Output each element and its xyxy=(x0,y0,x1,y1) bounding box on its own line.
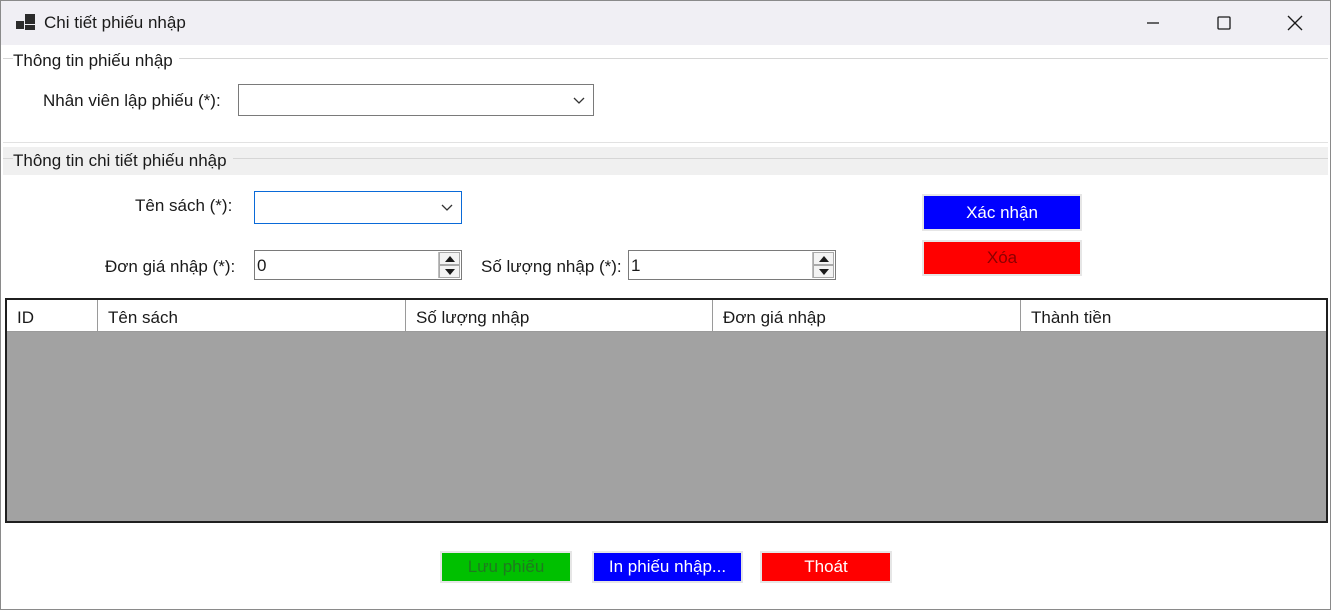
window-title: Chi tiết phiếu nhập xyxy=(44,13,186,32)
quantity-numeric-input[interactable]: 1 xyxy=(628,250,836,280)
chevron-down-icon xyxy=(441,204,453,211)
form-window: Chi tiết phiếu nhập Thông tin phiếu nhập… xyxy=(0,0,1331,610)
title-bar[interactable]: Chi tiết phiếu nhập xyxy=(1,1,1330,45)
employee-combobox[interactable] xyxy=(238,84,594,116)
arrow-up-icon xyxy=(444,255,455,262)
quantity-spinner xyxy=(812,252,834,278)
confirm-button[interactable]: Xác nhận xyxy=(922,194,1082,231)
column-header-label: ID xyxy=(17,308,34,327)
price-label: Đơn giá nhập (*): xyxy=(105,257,236,276)
save-receipt-button[interactable]: Lưu phiếu xyxy=(440,551,572,583)
print-receipt-label: In phiếu nhập... xyxy=(608,557,727,576)
confirm-button-label: Xác nhận xyxy=(966,202,1038,222)
price-spinner xyxy=(438,252,460,278)
delete-button-label: Xóa xyxy=(986,248,1018,267)
grid-header-row: ID Tên sách Số lượng nhập Đơn giá nhập T… xyxy=(7,300,1326,332)
quantity-decrement-button[interactable] xyxy=(813,265,834,278)
arrow-up-icon xyxy=(818,255,829,262)
section-divider xyxy=(3,142,1328,143)
delete-button[interactable]: Xóa xyxy=(922,240,1082,276)
price-numeric-input[interactable]: 0 xyxy=(254,250,462,280)
details-info-title: Thông tin chi tiết phiếu nhập xyxy=(13,151,233,171)
exit-button[interactable]: Thoát xyxy=(760,551,892,583)
details-data-grid[interactable]: ID Tên sách Số lượng nhập Đơn giá nhập T… xyxy=(5,298,1328,523)
save-receipt-label: Lưu phiếu xyxy=(467,557,545,576)
minimize-button[interactable] xyxy=(1118,1,1188,45)
book-label: Tên sách (*): xyxy=(135,196,233,215)
column-header-label: Tên sách xyxy=(108,308,178,327)
receipt-info-title: Thông tin phiếu nhập xyxy=(13,51,179,71)
price-decrement-button[interactable] xyxy=(439,265,460,278)
group-divider xyxy=(3,58,1328,59)
price-increment-button[interactable] xyxy=(439,252,460,265)
quantity-increment-button[interactable] xyxy=(813,252,834,265)
column-header-label: Thành tiền xyxy=(1031,308,1112,327)
column-header-label: Đơn giá nhập xyxy=(723,308,826,327)
column-header-unit-price[interactable]: Đơn giá nhập xyxy=(713,300,1021,331)
quantity-label: Số lượng nhập (*): xyxy=(481,257,622,276)
arrow-down-icon xyxy=(444,268,455,275)
exit-button-label: Thoát xyxy=(804,557,848,576)
book-combobox[interactable] xyxy=(254,191,462,224)
minimize-icon xyxy=(1147,22,1159,24)
details-info-group: Thông tin chi tiết phiếu nhập xyxy=(3,147,1328,175)
close-button[interactable] xyxy=(1260,1,1330,45)
column-header-quantity[interactable]: Số lượng nhập xyxy=(406,300,713,331)
maximize-icon xyxy=(1217,16,1231,30)
arrow-down-icon xyxy=(818,268,829,275)
app-window-icon xyxy=(16,14,35,30)
column-header-total[interactable]: Thành tiền xyxy=(1021,300,1326,331)
print-receipt-button[interactable]: In phiếu nhập... xyxy=(592,551,743,583)
chevron-down-icon xyxy=(573,97,585,104)
column-header-id[interactable]: ID xyxy=(7,300,98,331)
receipt-info-group: Thông tin phiếu nhập xyxy=(3,47,1328,75)
quantity-value: 1 xyxy=(631,256,641,275)
employee-label: Nhân viên lập phiếu (*): xyxy=(43,91,221,110)
maximize-button[interactable] xyxy=(1189,1,1259,45)
column-header-label: Số lượng nhập xyxy=(416,308,530,327)
column-header-book-name[interactable]: Tên sách xyxy=(98,300,406,331)
price-value: 0 xyxy=(257,256,267,275)
close-icon xyxy=(1287,15,1303,31)
